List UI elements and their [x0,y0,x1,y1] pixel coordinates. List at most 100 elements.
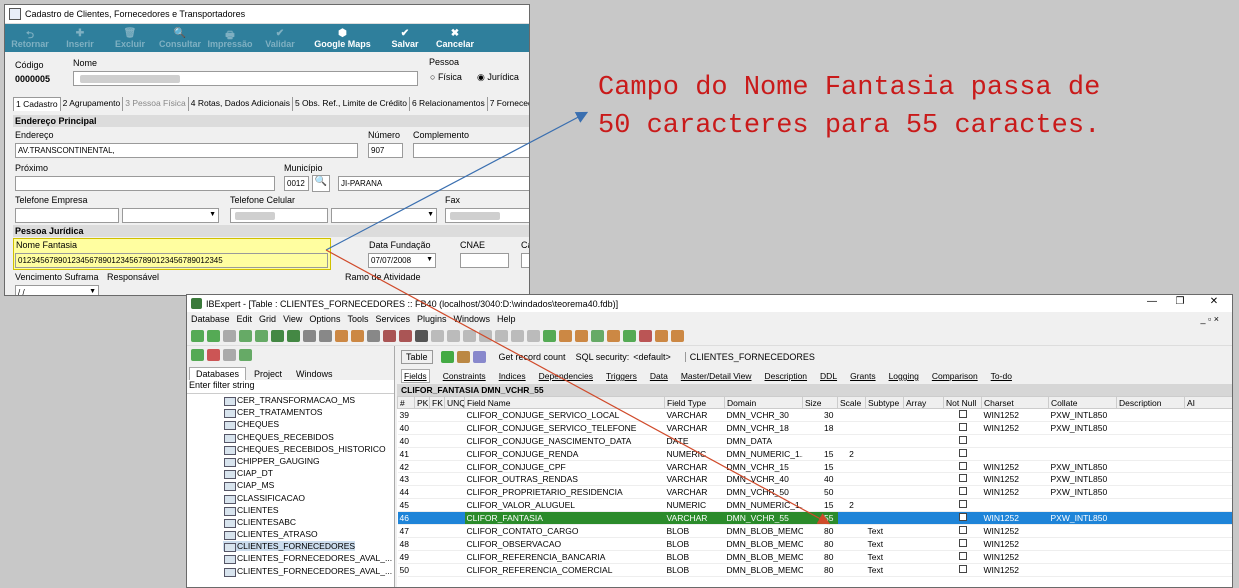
toolbar2-icon-7[interactable] [303,329,316,342]
tab-5[interactable]: 5 Obs. Ref., Limite de Crédito [293,97,410,111]
column-header[interactable]: UNQ [444,396,465,409]
municipio-code[interactable]: 0012 [284,176,309,191]
print-icon[interactable] [472,351,486,363]
toolbar2-icon-19[interactable] [495,329,508,342]
not-null-checkbox[interactable] [958,474,967,483]
table-row[interactable]: 44 CLIFOR_PROPRIETARIO_RESIDENCIA VARCHAR D… [397,485,1232,500]
column-header[interactable]: Domain [724,396,803,409]
refresh-icon[interactable] [223,349,236,361]
not-null-checkbox[interactable] [958,435,967,444]
menu-grid[interactable]: Grid [259,314,276,324]
menu-services[interactable]: Services [375,314,410,324]
complemento-input[interactable] [413,143,529,158]
table-row[interactable]: 45 CLIFOR_VALOR_ALUGUEL NUMERIC DMN_NUMERIC… [397,498,1232,513]
tree-item[interactable]: CER_TRATAMENTOS [187,406,394,419]
column-header[interactable]: Scale [837,396,866,409]
toolbar2-icon-25[interactable] [591,329,604,342]
tree-item[interactable]: CLIENTES [187,504,394,516]
subtab-data[interactable]: Data [650,371,668,381]
table-row[interactable]: 40 CLIFOR_CONJUGE_SERVICO_TELEFONE VARCHAR… [397,421,1232,435]
table-row[interactable]: 43 CLIFOR_OUTRAS_RENDAS VARCHAR DMN_VCHR_40… [397,472,1232,487]
toolbar2-icon-17[interactable] [463,329,476,342]
maximize-button[interactable]: ❐ [1165,296,1195,307]
tab-1[interactable]: 1 Cadastro [13,97,61,111]
radio-fisica[interactable]: ○ Física [430,72,462,82]
close-button[interactable]: ✕ [1199,296,1229,307]
data-fundacao-input[interactable]: 07/07/2008 [368,253,436,268]
column-header[interactable]: AI [1184,396,1232,409]
table-row[interactable]: 48 CLIFOR_OBSERVACAO BLOB DMN_BLOB_MEMO 80 Te… [397,537,1232,551]
disconnect-icon[interactable] [207,349,220,361]
menu-options[interactable]: Options [309,314,340,324]
municipio-input[interactable]: JI-PARANA [338,176,529,191]
toolbar2-icon-0[interactable] [191,329,204,342]
tel-empresa-input[interactable] [15,208,119,223]
explorer-tab-project[interactable]: Project [248,368,288,380]
tree-item[interactable]: CLIENTES_ATRASO [187,528,394,541]
table-dropdown[interactable]: Table [401,350,433,364]
explorer-tab-windows[interactable]: Windows [290,368,339,380]
tree-item[interactable]: CHEQUES_RECEBIDOS [187,431,394,443]
register-icon[interactable] [239,349,252,361]
mdi-controls[interactable]: _ ▫ × [1201,314,1219,324]
minimize-button[interactable]: — [1137,296,1167,307]
toolbar2-icon-14[interactable] [415,329,428,342]
toolbar-button-validar[interactable]: ✔ Validar [255,27,305,49]
tree-item[interactable]: CLIENTES_FORNECEDORES_AVAL_... [187,565,394,577]
column-header[interactable]: Description [1116,396,1185,409]
toolbar2-icon-11[interactable] [367,329,380,342]
toolbar2-icon-20[interactable] [511,329,524,342]
menu-plugins[interactable]: Plugins [417,314,447,324]
filter-input[interactable]: Enter filter string [187,380,394,394]
menu-windows[interactable]: Windows [454,314,491,324]
toolbar2-icon-18[interactable] [479,329,492,342]
table-row[interactable]: 39 CLIFOR_CONJUGE_SERVICO_LOCAL VARCHAR DMN… [397,408,1232,422]
nome-input[interactable] [73,71,418,86]
get-record-count-button[interactable]: Get record count [499,352,566,362]
not-null-checkbox[interactable] [958,538,967,547]
not-null-checkbox[interactable] [958,513,967,522]
toolbar2-icon-29[interactable] [655,329,668,342]
menu-database[interactable]: Database [191,314,230,324]
table-row[interactable]: 49 CLIFOR_REFERENCIA_BANCARIA BLOB DMN_BLOB… [397,550,1232,564]
tab-2[interactable]: 2 Agrupamento [61,97,124,111]
table-name-field[interactable]: CLIENTES_FORNECEDORES [684,352,815,362]
cnae-input[interactable] [460,253,509,268]
tab-4[interactable]: 4 Rotas, Dados Adicionais [189,97,293,111]
tel-celular-type-select[interactable] [331,208,437,223]
tree-item[interactable]: CHEQUES_RECEBIDOS_HISTORICO [187,443,394,455]
table-row[interactable]: 50 CLIFOR_REFERENCIA_COMERCIAL BLOB DMN_BLO… [397,563,1232,577]
toolbar2-icon-21[interactable] [527,329,540,342]
toolbar-button-consultar[interactable]: 🔍 Consultar [155,27,205,49]
toolbar2-icon-15[interactable] [431,329,444,342]
toolbar2-icon-22[interactable] [543,329,556,342]
not-null-checkbox[interactable] [958,551,967,560]
toolbar2-icon-13[interactable] [399,329,412,342]
commit-icon[interactable] [456,351,470,363]
tree-item[interactable]: CER_TRANSFORMACAO_MS [187,394,394,407]
column-header[interactable]: # [397,396,415,409]
tab-7[interactable]: 7 Fornecedor [488,97,529,111]
subtab-comparison[interactable]: Comparison [932,371,978,381]
tree-item[interactable]: CLIENTES_FORNECEDORES [187,540,394,553]
fax-input[interactable] [445,208,529,223]
column-header[interactable]: FK [429,396,445,409]
toolbar-button-retornar[interactable]: ⮌ Retornar [5,27,55,49]
column-header[interactable]: Array [903,396,944,409]
table-row[interactable]: 40 CLIFOR_CONJUGE_NASCIMENTO_DATA DATE DMN_… [397,434,1232,448]
column-header[interactable]: Size [802,396,838,409]
compile-icon[interactable] [440,351,454,363]
tree-item[interactable]: CLIENTESABC [187,516,394,529]
toolbar-button-salvar[interactable]: ✔ Salvar [380,27,430,49]
toolbar-button-excluir[interactable]: 🗑 Excluir [105,27,155,49]
not-null-checkbox[interactable] [958,422,967,431]
column-header[interactable]: Charset [981,396,1049,409]
tree-item[interactable]: CHIPPER_GAUGING [187,455,394,468]
tree-item[interactable]: CHEQUES [187,418,394,431]
toolbar2-icon-6[interactable] [287,329,300,342]
not-null-checkbox[interactable] [958,487,967,496]
toolbar2-icon-10[interactable] [351,329,364,342]
toolbar2-icon-30[interactable] [671,329,684,342]
subtab-ddl[interactable]: DDL [820,371,837,381]
not-null-checkbox[interactable] [958,461,967,470]
